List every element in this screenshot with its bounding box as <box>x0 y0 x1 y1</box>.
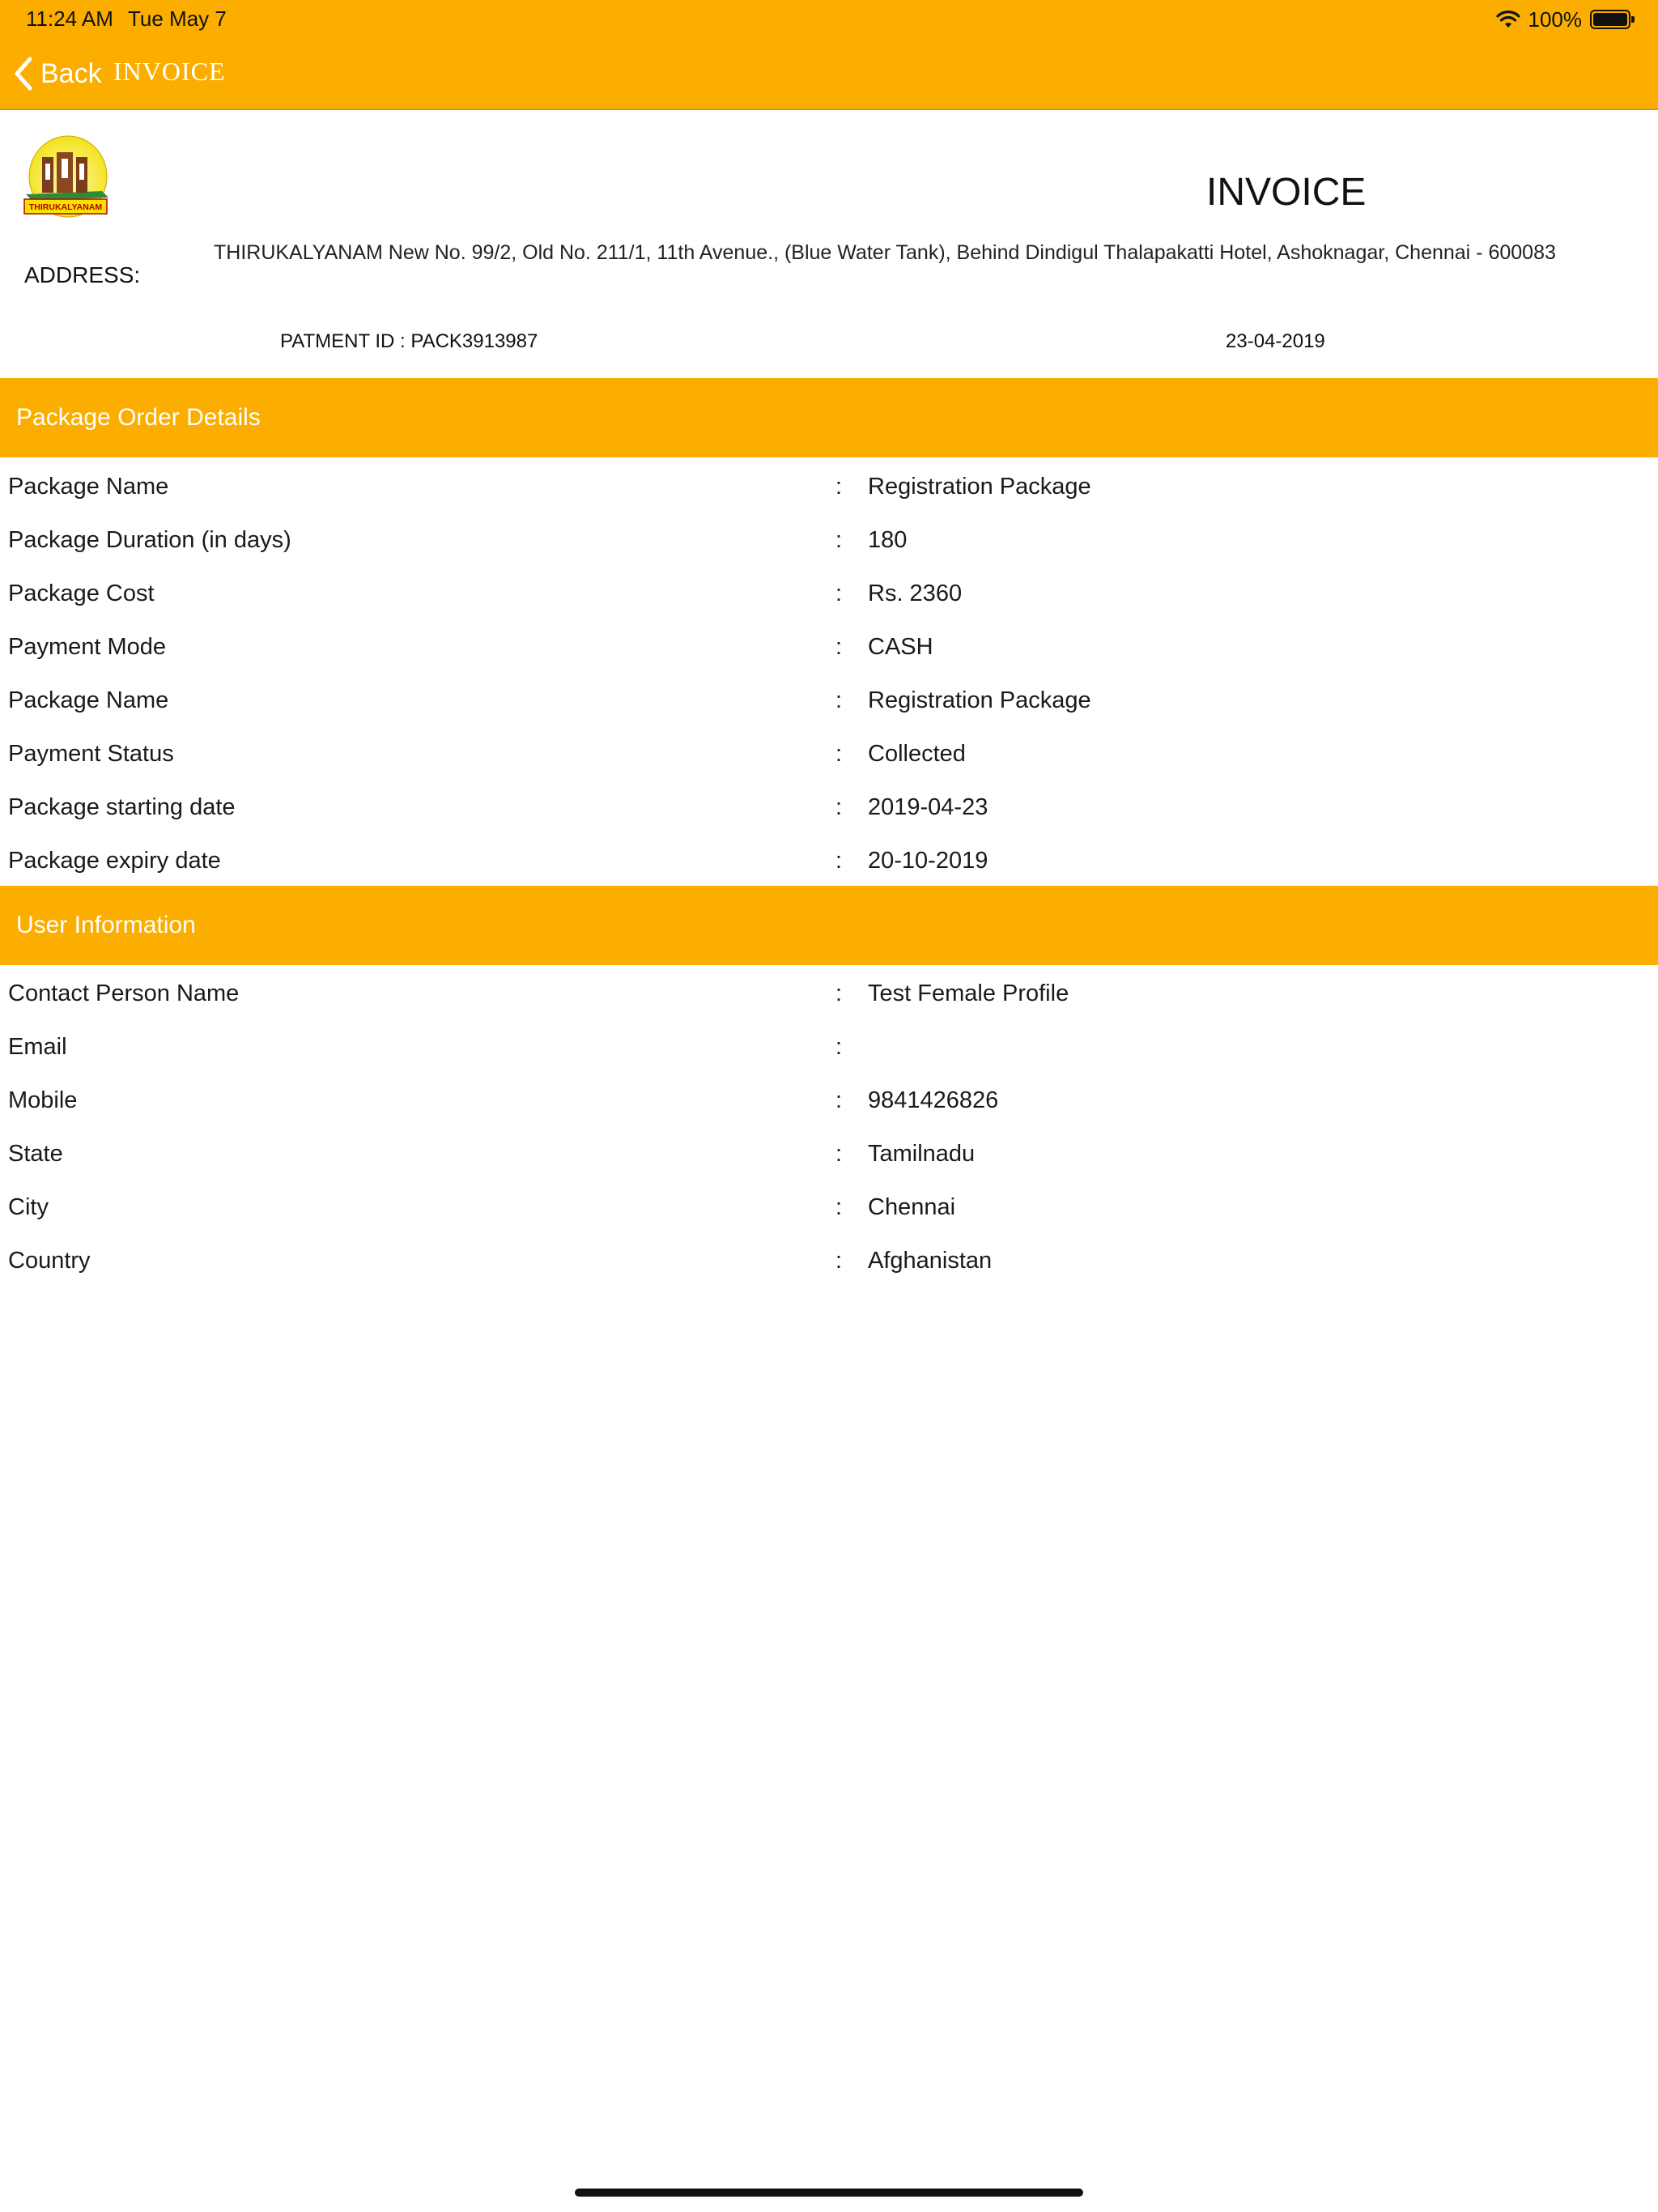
detail-value: 2019-04-23 <box>868 794 988 820</box>
detail-value: Registration Package <box>868 687 1091 713</box>
detail-value: Registration Package <box>868 474 1091 500</box>
payment-date: 23-04-2019 <box>1226 330 1325 352</box>
detail-label: Payment Mode <box>8 634 167 660</box>
detail-value: CASH <box>868 634 933 660</box>
detail-row: Payment Mode : CASH <box>0 623 1658 676</box>
detail-separator: : <box>835 794 843 820</box>
detail-separator: : <box>835 687 843 713</box>
battery-icon <box>1590 10 1635 29</box>
detail-label: Country <box>8 1248 91 1274</box>
detail-separator: : <box>835 527 843 553</box>
package-details-list: Package Name : Registration Package Pack… <box>0 462 1658 890</box>
detail-label: Mobile <box>8 1087 78 1113</box>
detail-value: Chennai <box>868 1194 956 1220</box>
address-text: THIRUKALYANAM New No. 99/2, Old No. 211/… <box>214 241 1556 264</box>
detail-value: Collected <box>868 741 966 767</box>
detail-separator: : <box>835 581 843 606</box>
detail-value: Rs. 2360 <box>868 581 963 606</box>
detail-label: State <box>8 1141 63 1167</box>
battery-percent: 100% <box>1528 6 1583 32</box>
detail-label: City <box>8 1194 49 1220</box>
battery-fill <box>1593 13 1627 26</box>
detail-row: Package Name : Registration Package <box>0 462 1658 516</box>
detail-row: Contact Person Name : Test Female Profil… <box>0 969 1658 1023</box>
detail-separator: : <box>835 1248 843 1274</box>
address-label: ADDRESS: <box>24 262 141 287</box>
detail-row: Package Cost : Rs. 2360 <box>0 569 1658 623</box>
detail-separator: : <box>835 1087 843 1113</box>
detail-row: Package Name : Registration Package <box>0 676 1658 730</box>
thirukalyanam-logo: THIRUKALYANAM <box>23 135 108 218</box>
home-indicator[interactable] <box>575 2189 1083 2197</box>
detail-value: 20-10-2019 <box>868 848 988 874</box>
invoice-heading: INVOICE <box>1206 171 1367 214</box>
detail-value: 180 <box>868 527 908 553</box>
wifi-icon <box>1495 11 1520 28</box>
detail-separator: : <box>835 981 843 1006</box>
payment-id: PATMENT ID : PACK3913987 <box>280 330 538 352</box>
detail-value: Tamilnadu <box>868 1141 976 1167</box>
detail-row: Package Duration (in days) : 180 <box>0 516 1658 569</box>
detail-separator: : <box>835 741 843 767</box>
status-date: Tue May 7 <box>128 6 227 31</box>
detail-label: Payment Status <box>8 741 174 767</box>
user-info-list: Contact Person Name : Test Female Profil… <box>0 969 1658 1290</box>
detail-label: Package expiry date <box>8 848 221 874</box>
back-button[interactable]: Back <box>13 52 102 96</box>
detail-separator: : <box>835 474 843 500</box>
detail-label: Email <box>8 1034 67 1060</box>
chevron-left-icon <box>15 57 32 91</box>
detail-value: Test Female Profile <box>868 981 1069 1006</box>
detail-label: Contact Person Name <box>8 981 240 1006</box>
detail-row: Country : Afghanistan <box>0 1236 1658 1290</box>
status-time: 11:24 AM <box>26 6 113 31</box>
detail-row: Email : <box>0 1023 1658 1076</box>
detail-row: Package starting date : 2019-04-23 <box>0 783 1658 836</box>
detail-separator: : <box>835 848 843 874</box>
package-order-details-header: Package Order Details <box>0 378 1658 457</box>
detail-row: Payment Status : Collected <box>0 730 1658 783</box>
detail-row: Package expiry date : 20-10-2019 <box>0 836 1658 890</box>
navigation-bar: 11:24 AM Tue May 7 100% Back INVOICE <box>0 0 1658 110</box>
detail-separator: : <box>835 1194 843 1220</box>
detail-label: Package starting date <box>8 794 236 820</box>
status-indicators: 100% <box>1495 6 1635 32</box>
detail-row: Mobile : 9841426826 <box>0 1076 1658 1129</box>
detail-separator: : <box>835 634 843 660</box>
detail-value: 9841426826 <box>868 1087 999 1113</box>
logo-wordmark: THIRUKALYANAM <box>29 202 102 212</box>
detail-separator: : <box>835 1141 843 1167</box>
detail-value: Afghanistan <box>868 1248 993 1274</box>
nav-title: INVOICE <box>113 57 226 86</box>
back-label: Back <box>40 57 102 89</box>
detail-separator: : <box>835 1034 843 1060</box>
detail-label: Package Name <box>8 474 169 500</box>
detail-row: City : Chennai <box>0 1183 1658 1236</box>
detail-label: Package Duration (in days) <box>8 527 291 553</box>
user-information-header: User Information <box>0 886 1658 965</box>
detail-label: Package Name <box>8 687 169 713</box>
detail-row: State : Tamilnadu <box>0 1129 1658 1183</box>
detail-label: Package Cost <box>8 581 155 606</box>
